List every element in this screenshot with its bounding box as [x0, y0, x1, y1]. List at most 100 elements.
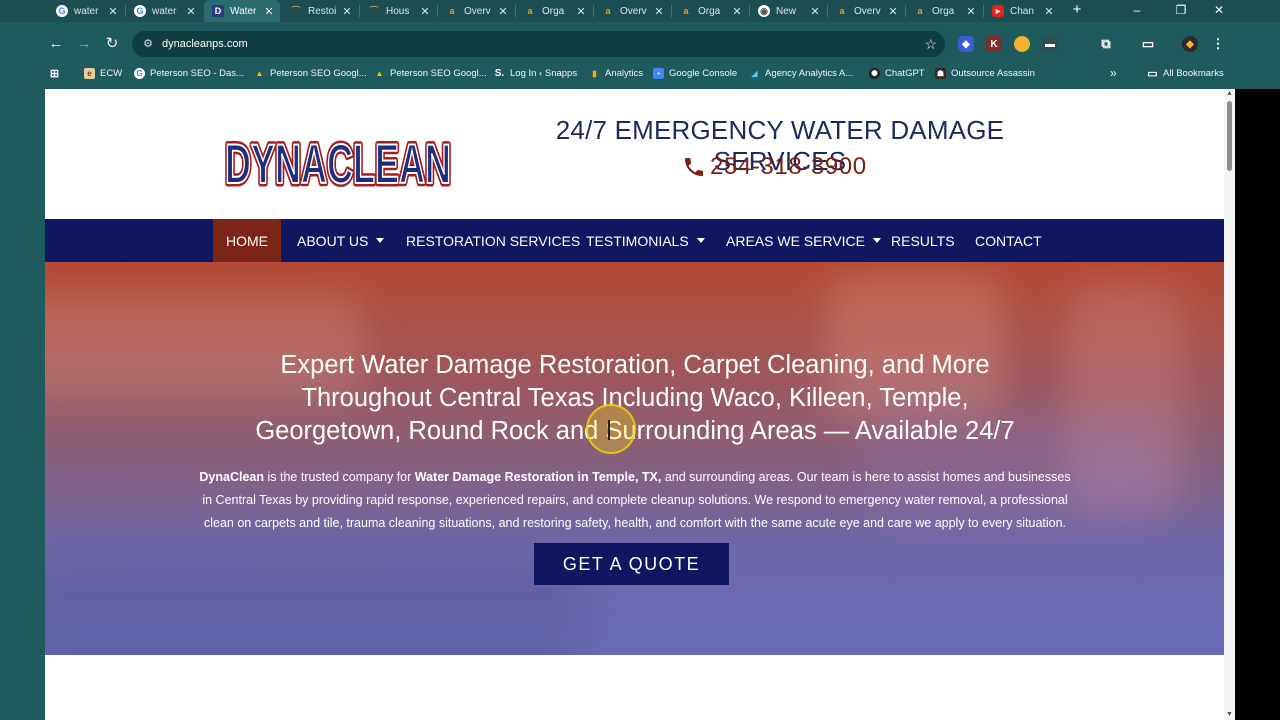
- browser-tab[interactable]: a Overv ✕: [438, 0, 514, 22]
- google-icon: G: [134, 5, 146, 17]
- close-window-button[interactable]: ✕: [1209, 2, 1229, 18]
- page-scrollbar[interactable]: ▲ ▼: [1224, 89, 1235, 720]
- extension-icon[interactable]: ▬: [1042, 36, 1058, 52]
- close-icon[interactable]: ✕: [652, 5, 666, 18]
- get-a-quote-button[interactable]: GET A QUOTE: [534, 543, 729, 585]
- new-tab-button[interactable]: +: [1068, 1, 1086, 19]
- browser-tab[interactable]: ◉ New ✕: [750, 0, 826, 22]
- tab-title: Hous: [386, 5, 410, 17]
- nav-results[interactable]: RESULTS: [891, 219, 955, 262]
- browser-tab[interactable]: a Orga ✕: [672, 0, 748, 22]
- close-icon[interactable]: ✕: [262, 5, 276, 18]
- apps-grid-icon[interactable]: ⊞: [49, 65, 65, 81]
- bookmark-outsource-assassin[interactable]: ☗ Outsource Assassin: [935, 65, 1035, 81]
- site-logo[interactable]: DYNACLEAN DYNACLEAN: [221, 111, 455, 199]
- bookmark-peterson-google-2[interactable]: ▲ Peterson SEO Googl...: [374, 65, 487, 81]
- chevron-down-icon: [376, 238, 385, 243]
- reload-button[interactable]: ↻: [102, 34, 122, 54]
- browser-tab[interactable]: G water ✕: [48, 0, 124, 22]
- nav-about-us[interactable]: ABOUT US: [297, 219, 385, 262]
- bookmark-label: Peterson SEO Googl...: [270, 67, 367, 79]
- ecw-icon: e: [84, 67, 95, 79]
- nav-areas-we-service[interactable]: AREAS WE SERVICE: [726, 219, 882, 262]
- browser-tab[interactable]: a Orga ✕: [516, 0, 592, 22]
- browser-tab[interactable]: G water ✕: [126, 0, 202, 22]
- analytics-a-icon: a: [839, 6, 845, 16]
- bookmark-snapps[interactable]: S. Log In ‹ Snapps: [494, 65, 577, 81]
- bookmark-analytics[interactable]: ▮ Analytics: [589, 65, 643, 81]
- close-icon[interactable]: ✕: [1042, 5, 1056, 18]
- forward-button[interactable]: →: [74, 34, 94, 54]
- bookmark-label: ChatGPT: [885, 67, 925, 79]
- tab-title: Orga: [698, 5, 721, 17]
- close-icon[interactable]: ✕: [340, 5, 354, 18]
- bookmark-agency-analytics[interactable]: ◢ Agency Analytics A...: [749, 65, 853, 81]
- hero-background-shape: [45, 562, 585, 655]
- bookmark-peterson-dashboard[interactable]: G Peterson SEO - Das...: [134, 65, 244, 81]
- screen-cast-icon[interactable]: ▭: [1140, 36, 1156, 52]
- scroll-down-arrow-icon[interactable]: ▼: [1225, 711, 1234, 719]
- bookmark-label: All Bookmarks: [1163, 67, 1224, 79]
- browser-tab[interactable]: a Overv ✕: [594, 0, 670, 22]
- nav-label: AREAS WE SERVICE: [726, 232, 866, 249]
- analytics-a-icon: a: [683, 6, 689, 16]
- browser-tab[interactable]: ⁀ Hous ✕: [360, 0, 436, 22]
- close-icon[interactable]: ✕: [730, 5, 744, 18]
- dynaclean-favicon: D: [212, 5, 224, 17]
- menu-kebab-icon[interactable]: ⋮: [1210, 36, 1226, 52]
- profile-avatar[interactable]: ◆: [1182, 36, 1198, 52]
- minimize-button[interactable]: –: [1127, 2, 1147, 18]
- brand-name: DynaClean: [199, 470, 264, 484]
- bookmark-google-console[interactable]: ▪ Google Console: [653, 65, 737, 81]
- browser-tab[interactable]: a Overv ✕: [828, 0, 904, 22]
- svg-text:DYNACLEAN: DYNACLEAN: [225, 132, 451, 195]
- bookmark-chatgpt[interactable]: ✺ ChatGPT: [869, 65, 925, 81]
- nav-home[interactable]: HOME: [213, 219, 281, 262]
- site-info-icon[interactable]: ⚙: [140, 36, 156, 52]
- close-icon[interactable]: ✕: [964, 5, 978, 18]
- browser-tab[interactable]: ▶ Chan ✕: [984, 0, 1060, 22]
- nav-testimonials[interactable]: TESTIMONIALS: [586, 219, 705, 262]
- hero-heading-line: Throughout Central Texas Including Waco,…: [301, 384, 969, 412]
- browser-tab[interactable]: a Orga ✕: [906, 0, 982, 22]
- close-icon[interactable]: ✕: [886, 5, 900, 18]
- bookmark-label: Agency Analytics A...: [765, 67, 854, 79]
- nav-contact[interactable]: CONTACT: [975, 219, 1042, 262]
- browser-tab[interactable]: ⁀ Restoi ✕: [282, 0, 358, 22]
- bookmark-peterson-google-1[interactable]: ▲ Peterson SEO Googl...: [254, 65, 367, 81]
- close-icon[interactable]: ✕: [574, 5, 588, 18]
- close-icon[interactable]: ✕: [106, 5, 120, 18]
- window-edge: [1235, 89, 1280, 720]
- nav-label: RESULTS: [891, 232, 955, 249]
- phone-number[interactable]: 254-318-3900: [710, 153, 867, 181]
- bookmark-label: ECW: [100, 67, 123, 79]
- close-icon[interactable]: ✕: [184, 5, 198, 18]
- header-phone-link[interactable]: 254-318-3900: [682, 153, 867, 181]
- url-text[interactable]: dynacleanps.com: [162, 36, 248, 52]
- bookmark-label: Google Console: [669, 67, 738, 79]
- browser-tab-active[interactable]: D Water ✕: [204, 0, 280, 22]
- folder-icon: ▭: [1147, 67, 1158, 80]
- close-icon[interactable]: ✕: [418, 5, 432, 18]
- service-highlight: Water Damage Restoration in Temple, TX,: [414, 470, 662, 484]
- back-button[interactable]: ←: [46, 34, 66, 54]
- bookmark-star-icon[interactable]: ☆: [924, 35, 937, 53]
- bookmark-ecw[interactable]: e ECW: [84, 65, 122, 81]
- more-bookmarks-chevron-icon[interactable]: »: [1110, 65, 1117, 81]
- chevron-down-icon: [873, 238, 882, 243]
- scroll-up-arrow-icon[interactable]: ▲: [1225, 90, 1234, 98]
- restore-window-button[interactable]: ❐: [1171, 2, 1191, 18]
- close-icon[interactable]: ✕: [496, 5, 510, 18]
- bookmark-label: Analytics: [605, 67, 644, 79]
- extension-icon[interactable]: ◆: [958, 36, 974, 52]
- nav-restoration-services[interactable]: RESTORATION SERVICES: [406, 219, 580, 262]
- youtube-icon: ▶: [992, 5, 1004, 17]
- tab-title: water: [74, 5, 99, 17]
- extensions-puzzle-icon[interactable]: ⧉: [1098, 36, 1114, 52]
- close-icon[interactable]: ✕: [808, 5, 822, 18]
- extension-icon[interactable]: K: [986, 36, 1002, 52]
- scrollbar-thumb[interactable]: [1227, 101, 1232, 171]
- extension-icon[interactable]: [1014, 36, 1030, 52]
- address-bar[interactable]: ⚙ dynacleanps.com ☆: [132, 31, 945, 57]
- all-bookmarks-folder[interactable]: ▭ All Bookmarks: [1147, 65, 1224, 81]
